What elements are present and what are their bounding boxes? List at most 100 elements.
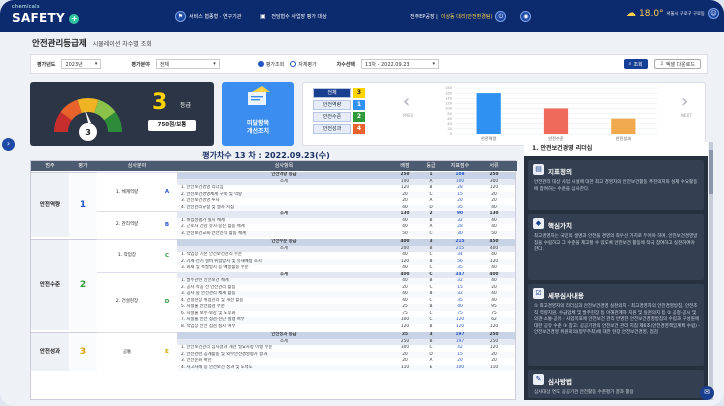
legend-value: 4	[353, 124, 365, 134]
scroll-thumb[interactable]	[709, 150, 713, 194]
field-value: 전체	[159, 61, 170, 68]
section-details: ☑ 세부심사내용 ① 최고경영자의 리더십과 안전보건경영 실천의지 - 최고경…	[528, 284, 704, 366]
logo[interactable]: chemicals SAFETY +	[12, 4, 80, 25]
weather-icon: ☁	[626, 8, 636, 19]
grade-unit: 등급	[180, 102, 192, 109]
col-item: 심사항목	[274, 163, 294, 169]
filter-bar: 평가년도 2023년 ▾ 평가분야 전체 ▾ 평가조회 자체평가 차수선택 13차 …	[30, 54, 708, 74]
section-definition: ▤ 지표정의 안전관리 대상 사업 시설에 대한 최고 경영자의 안전보건활동 …	[528, 160, 704, 210]
table-row[interactable]: 4. 사고사례 등 안전보건 성과 및 노력도 110 E 100 110	[177, 364, 515, 371]
year-label: 평가년도	[37, 61, 56, 68]
round-select[interactable]: 13차 - 2022.09.23 ▾	[361, 59, 440, 69]
table-cell: 4. 사고사례 등 안전보건 성과 및 노력도	[181, 364, 253, 370]
checklist-icon: ☑	[533, 288, 544, 299]
field-select[interactable]: 전체 ▾	[155, 59, 220, 69]
col-grade: 평가	[78, 163, 88, 169]
improvement-action-card[interactable]: 미달항목 개선조치	[222, 82, 294, 146]
grade-value: 3	[152, 90, 168, 115]
legend-label: 전체	[313, 88, 351, 98]
table-row[interactable]: 8. 작업장 안전 점검 실시 여부 120 B 120 120	[177, 323, 515, 330]
grade-gauge: 3	[54, 98, 122, 141]
method-icon: ✎	[533, 374, 544, 385]
section-title: 지표정의	[548, 168, 572, 176]
notice-text: 전담협수 사업장 평가 대상	[271, 13, 327, 20]
x-tick-label: 안전역량	[481, 135, 497, 142]
legend-level[interactable]: 안전수준 2	[313, 112, 365, 122]
settings-icon[interactable]: ◉	[520, 10, 532, 22]
y-tick-label: 60	[447, 117, 452, 121]
category-grade: 3	[69, 332, 97, 371]
detail-scrollbar[interactable]	[709, 142, 713, 400]
legend-total[interactable]: 전체 3	[313, 88, 365, 98]
page-title: 안전관리등급제	[32, 39, 87, 49]
excel-download-button[interactable]: ⇩ 엑셀 다운로드	[653, 59, 701, 69]
value-icon: ◆	[533, 218, 544, 229]
area-name: 2. 관리역량	[97, 211, 157, 237]
top-bar: chemicals SAFETY + ⚑ 서비스 협종형 · 연구기관 ▣ 전담…	[0, 0, 724, 32]
user-link[interactable]: 이상동 대리(안전환경팀)	[441, 13, 493, 20]
legend-label: 안전역량	[313, 100, 351, 110]
field-label: 평가분야	[131, 61, 150, 68]
table-cell: 110	[489, 364, 499, 370]
table-cell: 100	[455, 364, 465, 370]
year-select[interactable]: 2023년 ▾	[61, 59, 102, 69]
section-body: ① 최고경영자의 리더십과 안전보건경영 실천의지 - 최고경영자의 안전경영방…	[534, 304, 700, 335]
document-edit-icon	[248, 86, 270, 105]
prev-arrow-icon[interactable]: ‹	[403, 91, 410, 112]
category-name: 안전역량	[31, 172, 69, 237]
weather-widget: ☁ 18.0° 서울시 구로구 구로동 ☺	[626, 8, 719, 19]
legend-value: 3	[353, 88, 365, 98]
page-header: 안전관리등급제 시뮬레이션 차수별 조회	[32, 37, 152, 49]
y-tick-label: 20	[447, 127, 452, 131]
logo-subtitle: chemicals	[12, 4, 40, 10]
category-name: 안전수준	[31, 239, 69, 330]
next-label: NEXT	[681, 113, 692, 118]
chat-icon[interactable]: ✉	[700, 386, 714, 400]
search-button[interactable]: ⌕ 조회	[623, 59, 648, 69]
legend-performance[interactable]: 안전성과 4	[313, 124, 365, 134]
gauge-value: 3	[85, 128, 91, 137]
logo-title: SAFETY +	[12, 11, 80, 25]
table-cell: 8. 작업장 안전 점검 실시 여부	[181, 323, 236, 329]
evaluation-table: 범주 평가 심사분야 심사항목 배점 등급 지표점수 서류 안전역량 등급 2 50…	[30, 160, 517, 400]
radio-on-icon	[257, 61, 264, 67]
sidebar-toggle-icon[interactable]: ›	[2, 138, 15, 151]
table-row[interactable]: 3. 안전보건교육·안전인식 활동 체계 50 C 30 50	[177, 230, 515, 237]
action-line2: 개선조치	[246, 128, 270, 135]
col-docs: 서류	[489, 163, 499, 169]
legend-capacity[interactable]: 안전역량 1	[313, 100, 365, 110]
bar[interactable]	[611, 118, 636, 134]
org-icon[interactable]: ⚑	[175, 10, 186, 22]
table-cell: 110	[400, 364, 410, 370]
table-cell: 50	[402, 230, 408, 236]
logout-icon[interactable]: ⏻	[495, 10, 507, 22]
chevron-down-icon: ▾	[213, 61, 216, 67]
org-info: ⚑ 서비스 협종형 · 연구기관 ▣ 전담협수 사업장 평가 대상	[175, 10, 327, 22]
bar[interactable]	[476, 93, 501, 134]
radio-self[interactable]: 자체평가	[290, 61, 317, 68]
table-cell: 50	[491, 230, 497, 236]
round-label: 차수선택	[336, 61, 356, 68]
next-arrow-icon[interactable]: ›	[681, 91, 688, 112]
table-cell: 30	[457, 230, 463, 236]
user-profile-icon[interactable]: ☺	[707, 8, 719, 19]
col-score: 지표점수	[450, 163, 470, 169]
temperature: 18.0°	[639, 8, 664, 19]
table-cell: E	[429, 364, 433, 370]
main-content: 안전관리등급제 시뮬레이션 차수별 조회 평가년도 2023년 ▾ 평가분야 전체…	[22, 34, 724, 406]
radio-evaluation[interactable]: 평가조회	[257, 61, 285, 68]
document-icon: ▤	[533, 164, 544, 175]
bar[interactable]	[543, 108, 569, 134]
radio-evaluation-label: 평가조회	[265, 61, 285, 68]
y-tick-label: 160	[445, 91, 453, 95]
logo-text: SAFETY	[12, 11, 65, 25]
legend-value: 1	[353, 100, 365, 110]
section-body: 최고경영자는 국민의 생명과 안전을 경영의 최우선 가치로 두어야 하며, 안…	[534, 234, 698, 252]
area-name: 1. 작업장	[97, 239, 157, 272]
x-tick-label: 안전수준	[548, 135, 564, 142]
y-tick-label: 140	[445, 96, 453, 100]
section-core-value: ◆ 핵심가치 최고경영자는 국민의 생명과 안전을 경영의 최우선 가치로 두어…	[528, 214, 704, 280]
notice-icon: ▣	[257, 10, 269, 22]
table-cell: C	[429, 230, 433, 236]
org-label: 서비스 협종형 · 연구기관	[189, 13, 242, 20]
